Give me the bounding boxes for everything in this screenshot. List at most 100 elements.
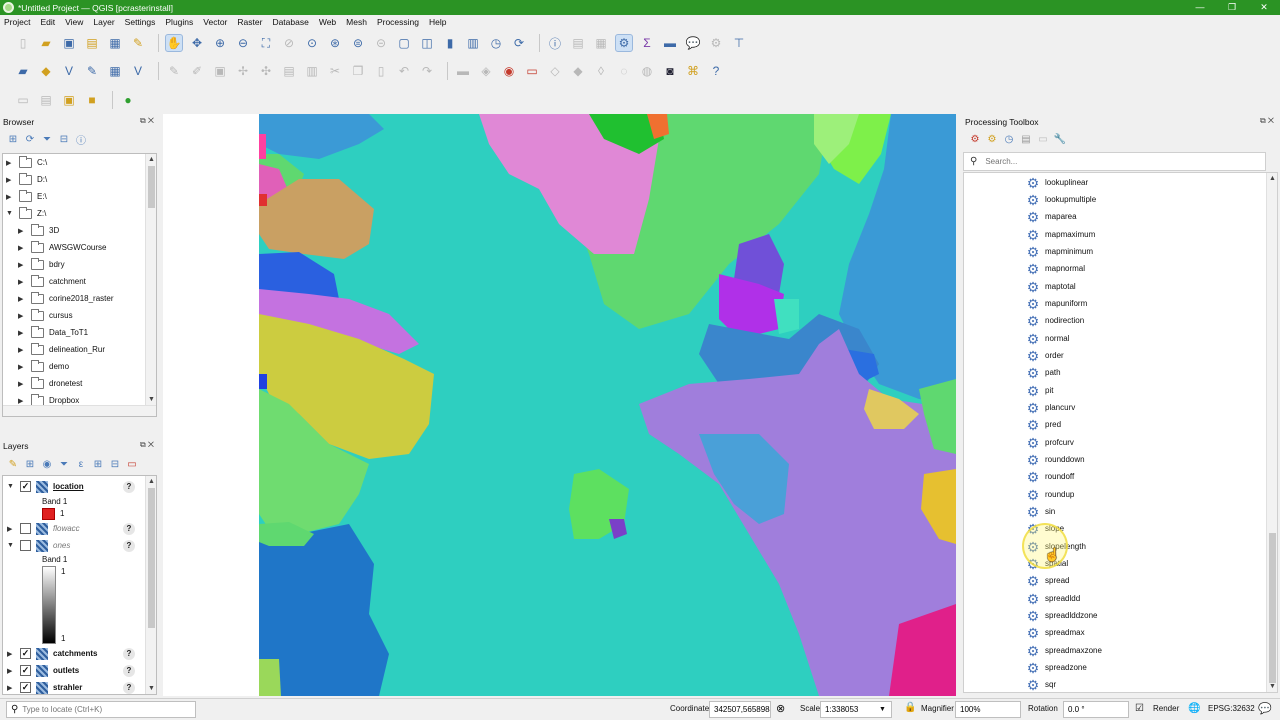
help-icon[interactable]: ? <box>123 522 135 535</box>
expand-arrow-icon[interactable]: ▶ <box>18 261 26 269</box>
magnifier-input[interactable] <box>960 705 1020 714</box>
map-canvas-blank-area[interactable] <box>163 114 259 696</box>
menu-processing[interactable]: Processing <box>377 17 419 27</box>
layout-manager-icon[interactable]: ▦ <box>106 34 124 52</box>
layer-row-outlets[interactable]: ▶ ✓ outlets ? <box>7 663 135 678</box>
map-tips-icon[interactable]: 💬 <box>684 34 702 52</box>
browser-item[interactable]: ▶ bdry <box>18 256 65 273</box>
collapse-all-icon[interactable]: ⊟ <box>108 457 122 471</box>
style-manager-icon[interactable]: ✎ <box>129 34 147 52</box>
browser-item[interactable]: ▶ Data_ToT1 <box>18 324 88 341</box>
statistical-summary-icon[interactable]: Σ <box>638 34 656 52</box>
scroll-up-icon[interactable]: ▲ <box>147 477 156 486</box>
pan-map-icon[interactable]: ✋ <box>165 34 183 52</box>
algorithm-item-spreadzone[interactable]: ⚙ spreadzone <box>1026 659 1087 676</box>
expand-arrow-icon[interactable]: ▶ <box>18 244 26 252</box>
properties-icon[interactable]: ⓘ <box>74 132 88 147</box>
layer-row-catchments[interactable]: ▶ ✓ catchments ? <box>7 646 135 661</box>
algorithm-item-plancurv[interactable]: ⚙ plancurv <box>1026 399 1076 416</box>
new-3d-view-icon[interactable]: ◫ <box>418 34 436 52</box>
algorithm-item-profcurv[interactable]: ⚙ profcurv <box>1026 434 1074 451</box>
maximize-button[interactable]: ❐ <box>1216 0 1248 15</box>
expand-arrow-icon[interactable]: ▶ <box>18 363 26 371</box>
algorithm-item-order[interactable]: ⚙ order <box>1026 347 1064 364</box>
temporal-controller-icon[interactable]: ◷ <box>487 34 505 52</box>
layer-checkbox[interactable] <box>20 523 31 534</box>
manage-theme-icon[interactable]: ◉ <box>40 457 54 471</box>
algorithm-item-normal[interactable]: ⚙ normal <box>1026 330 1070 347</box>
algorithm-item-spreadmax[interactable]: ⚙ spreadmax <box>1026 624 1085 641</box>
zoom-selection-icon[interactable]: ⊘ <box>280 34 298 52</box>
osm-plugin-icon[interactable]: ◙ <box>661 62 679 80</box>
rotate-label-icon[interactable]: ◊ <box>592 62 610 80</box>
label-properties-icon[interactable]: ◍ <box>638 62 656 80</box>
undo-icon[interactable]: ↶ <box>395 62 413 80</box>
browser-panel-buttons[interactable]: ⧉ ✕ <box>140 116 154 126</box>
expand-arrow-icon[interactable]: ▶ <box>18 312 26 320</box>
toolbox-search-box[interactable]: ⚲ <box>963 152 1266 171</box>
identify-features-icon[interactable]: ⓘ <box>546 34 564 52</box>
algorithm-item-lookupmultiple[interactable]: ⚙ lookupmultiple <box>1026 191 1096 208</box>
current-edits-icon[interactable]: ✎ <box>165 62 183 80</box>
filter-legend-icon[interactable]: ⏷ <box>57 457 71 471</box>
show-hide-labels-icon[interactable]: ◇ <box>546 62 564 80</box>
options-icon[interactable]: 🔧 <box>1053 132 1067 146</box>
browser-item[interactable]: ▶ corine2018_raster <box>18 290 113 307</box>
layer-checkbox[interactable] <box>20 540 31 551</box>
new-project-icon[interactable]: ▯ <box>14 34 32 52</box>
scroll-thumb[interactable] <box>148 488 155 628</box>
algorithm-item-slope[interactable]: ⚙ slope <box>1026 520 1064 537</box>
expand-all-icon[interactable]: ⊞ <box>91 457 105 471</box>
show-bookmarks-icon[interactable]: ▥ <box>464 34 482 52</box>
algorithm-item-spreadlddzone[interactable]: ⚙ spreadlddzone <box>1026 607 1098 624</box>
refresh-icon[interactable]: ⟳ <box>23 132 37 146</box>
digitize-icon[interactable]: ✢ <box>234 62 252 80</box>
share-icon[interactable]: ● <box>119 91 137 109</box>
browser-item[interactable]: ▶ 3D <box>18 222 59 239</box>
zoom-in-icon[interactable]: ⊕ <box>211 34 229 52</box>
copy-features-icon[interactable]: ❐ <box>349 62 367 80</box>
toggle-extent-icon[interactable]: ⊗ <box>776 702 785 715</box>
rotation-input[interactable] <box>1068 705 1128 714</box>
toolbox-search-input[interactable] <box>985 157 1236 166</box>
select-by-area-icon[interactable]: ▭ <box>14 91 32 109</box>
algorithm-item-pit[interactable]: ⚙ pit <box>1026 382 1054 399</box>
select-location-icon[interactable]: ■ <box>83 91 101 109</box>
pan-to-selection-icon[interactable]: ✥ <box>188 34 206 52</box>
expand-arrow-icon[interactable]: ▶ <box>18 329 26 337</box>
open-attribute-table-icon[interactable]: ▤ <box>569 34 587 52</box>
expand-arrow-icon[interactable]: ▶ <box>18 227 26 235</box>
algorithm-item-roundoff[interactable]: ⚙ roundoff <box>1026 468 1075 485</box>
rotation-spinbox[interactable] <box>1063 701 1129 718</box>
browser-item[interactable]: ▶ E:\ <box>6 188 47 205</box>
browser-item[interactable]: ▶ D:\ <box>6 171 47 188</box>
measure-line-icon[interactable]: ▬ <box>661 34 679 52</box>
layer-row-flowacc[interactable]: ▶ flowacc ? <box>7 521 135 536</box>
toolbox-scrollbar[interactable]: ▲ ▼ <box>1266 173 1277 692</box>
algorithm-item-spreadmaxzone[interactable]: ⚙ spreadmaxzone <box>1026 642 1102 659</box>
expand-arrow-icon[interactable]: ▶ <box>7 650 15 658</box>
collapse-arrow-icon[interactable]: ▼ <box>6 210 14 217</box>
save-layer-edits-icon[interactable]: ▣ <box>211 62 229 80</box>
layer-row-location[interactable]: ▼ ✓ location ? <box>7 479 135 494</box>
models-icon[interactable]: ⚙ <box>968 132 982 146</box>
algorithm-item-lookuplinear[interactable]: ⚙ lookuplinear <box>1026 174 1088 191</box>
scale-input[interactable] <box>825 705 879 714</box>
messages-icon[interactable]: 💬 <box>1258 702 1272 715</box>
browser-item[interactable]: ▶ AWSGWCourse <box>18 239 107 256</box>
browser-item[interactable]: ▶ catchment <box>18 273 86 290</box>
scroll-down-icon[interactable]: ▼ <box>147 395 156 404</box>
menu-view[interactable]: View <box>65 17 83 27</box>
algorithm-item-mapnormal[interactable]: ⚙ mapnormal <box>1026 260 1085 277</box>
coordinate-input[interactable] <box>714 705 770 714</box>
history-icon[interactable]: ◷ <box>1002 132 1016 146</box>
deselect-all-icon[interactable]: ▣ <box>60 91 78 109</box>
remove-layer-icon[interactable]: ▭ <box>125 457 139 471</box>
collapse-all-icon[interactable]: ⊟ <box>57 132 71 146</box>
browser-hscrollbar[interactable] <box>3 405 156 416</box>
browser-item[interactable]: ▶ C:\ <box>6 154 47 171</box>
layer-row-ones[interactable]: ▼ ones ? <box>7 538 135 553</box>
algorithm-item-spatial[interactable]: ⚙ spatial <box>1026 555 1068 572</box>
algorithm-item-roundup[interactable]: ⚙ roundup <box>1026 486 1075 503</box>
globe-icon[interactable]: 🌐 <box>1188 703 1200 714</box>
